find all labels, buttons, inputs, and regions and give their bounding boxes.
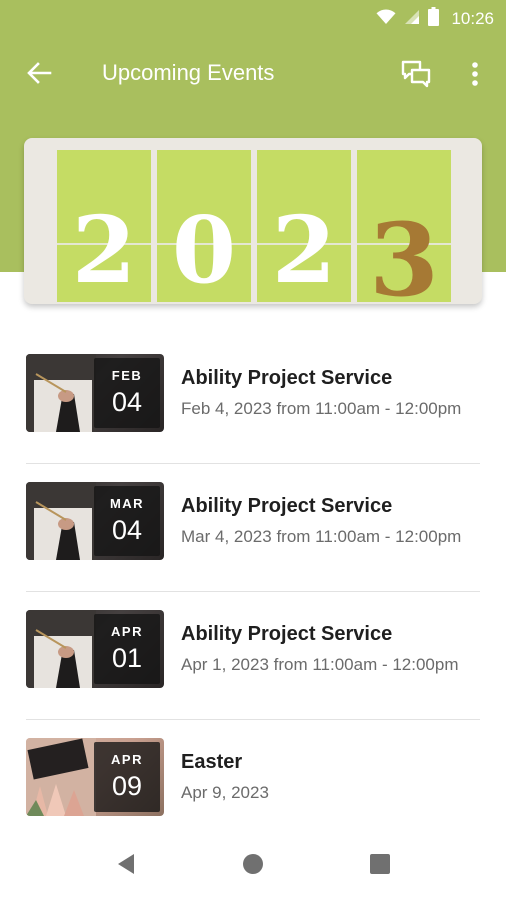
event-thumbnail: MAR 04	[26, 482, 164, 560]
chat-icon	[401, 60, 431, 93]
event-day: 01	[111, 643, 143, 673]
date-card: FEB 04	[94, 358, 160, 428]
event-date: Feb 4, 2023 from 11:00am - 12:00pm	[181, 399, 462, 418]
banner-digit: 3	[369, 201, 439, 304]
event-day: 04	[111, 515, 143, 545]
banner-tile: 2	[57, 150, 151, 302]
back-button[interactable]	[22, 58, 56, 92]
banner-tile: 3	[357, 150, 451, 304]
banner-digit: 0	[171, 196, 236, 304]
page-title: Upcoming Events	[102, 60, 275, 85]
system-nav-bar	[0, 836, 506, 900]
event-thumbnail: APR 09	[26, 738, 164, 816]
event-month: FEB	[111, 368, 143, 383]
status-bar: 10:26	[0, 0, 506, 36]
date-card: APR 09	[94, 742, 160, 812]
hand-writing-photo	[26, 354, 96, 432]
date-card: MAR 04	[94, 486, 160, 556]
more-vert-icon	[471, 61, 479, 92]
event-thumbnail: APR 01	[26, 610, 164, 688]
event-thumbnail: FEB 04	[26, 354, 164, 432]
more-options-button[interactable]	[460, 58, 490, 94]
event-list-item[interactable]: MAR 04 Ability Project Service Mar 4, 20…	[0, 464, 506, 592]
banner-tile: 2	[257, 150, 351, 302]
recents-square-icon	[370, 853, 390, 879]
nav-home-button[interactable]	[235, 848, 271, 884]
banner-digit: 2	[271, 196, 336, 304]
event-date: Apr 1, 2023 from 11:00am - 12:00pm	[181, 655, 459, 674]
event-title: Easter	[181, 751, 243, 773]
event-day: 09	[111, 771, 143, 801]
banner-digit: 2	[71, 196, 136, 304]
status-time: 10:26	[451, 9, 494, 28]
back-triangle-icon	[116, 853, 136, 880]
banner-tile: 0	[157, 150, 251, 302]
event-month: MAR	[109, 496, 145, 511]
battery-icon	[428, 7, 440, 31]
nav-recents-button[interactable]	[362, 848, 398, 884]
event-date: Mar 4, 2023 from 11:00am - 12:00pm	[181, 527, 462, 546]
event-day: 04	[111, 387, 143, 417]
event-list-item[interactable]: APR 01 Ability Project Service Apr 1, 20…	[0, 592, 506, 720]
year-banner: 2 0 2 3	[24, 138, 482, 304]
event-date: Apr 9, 2023	[181, 783, 269, 802]
event-list-item[interactable]: FEB 04 Ability Project Service Feb 4, 20…	[0, 336, 506, 464]
date-card: APR 01	[94, 614, 160, 684]
event-title: Ability Project Service	[181, 623, 393, 645]
event-month: APR	[111, 624, 143, 639]
event-title: Ability Project Service	[181, 367, 393, 389]
back-arrow-icon	[26, 60, 52, 91]
hand-writing-photo	[26, 610, 96, 688]
home-circle-icon	[242, 853, 264, 880]
chat-button[interactable]	[398, 58, 434, 94]
hand-writing-photo	[26, 482, 96, 560]
event-title: Ability Project Service	[181, 495, 393, 517]
event-list-item[interactable]: APR 09 Easter Apr 9, 2023	[0, 720, 506, 848]
signal-icon	[404, 9, 420, 30]
wifi-icon	[376, 8, 396, 30]
tulips-bible-photo	[26, 738, 96, 816]
app-bar: Upcoming Events	[0, 44, 506, 104]
status-icons: 10:26	[376, 7, 494, 31]
nav-back-button[interactable]	[108, 848, 144, 884]
event-month: APR	[111, 752, 143, 767]
